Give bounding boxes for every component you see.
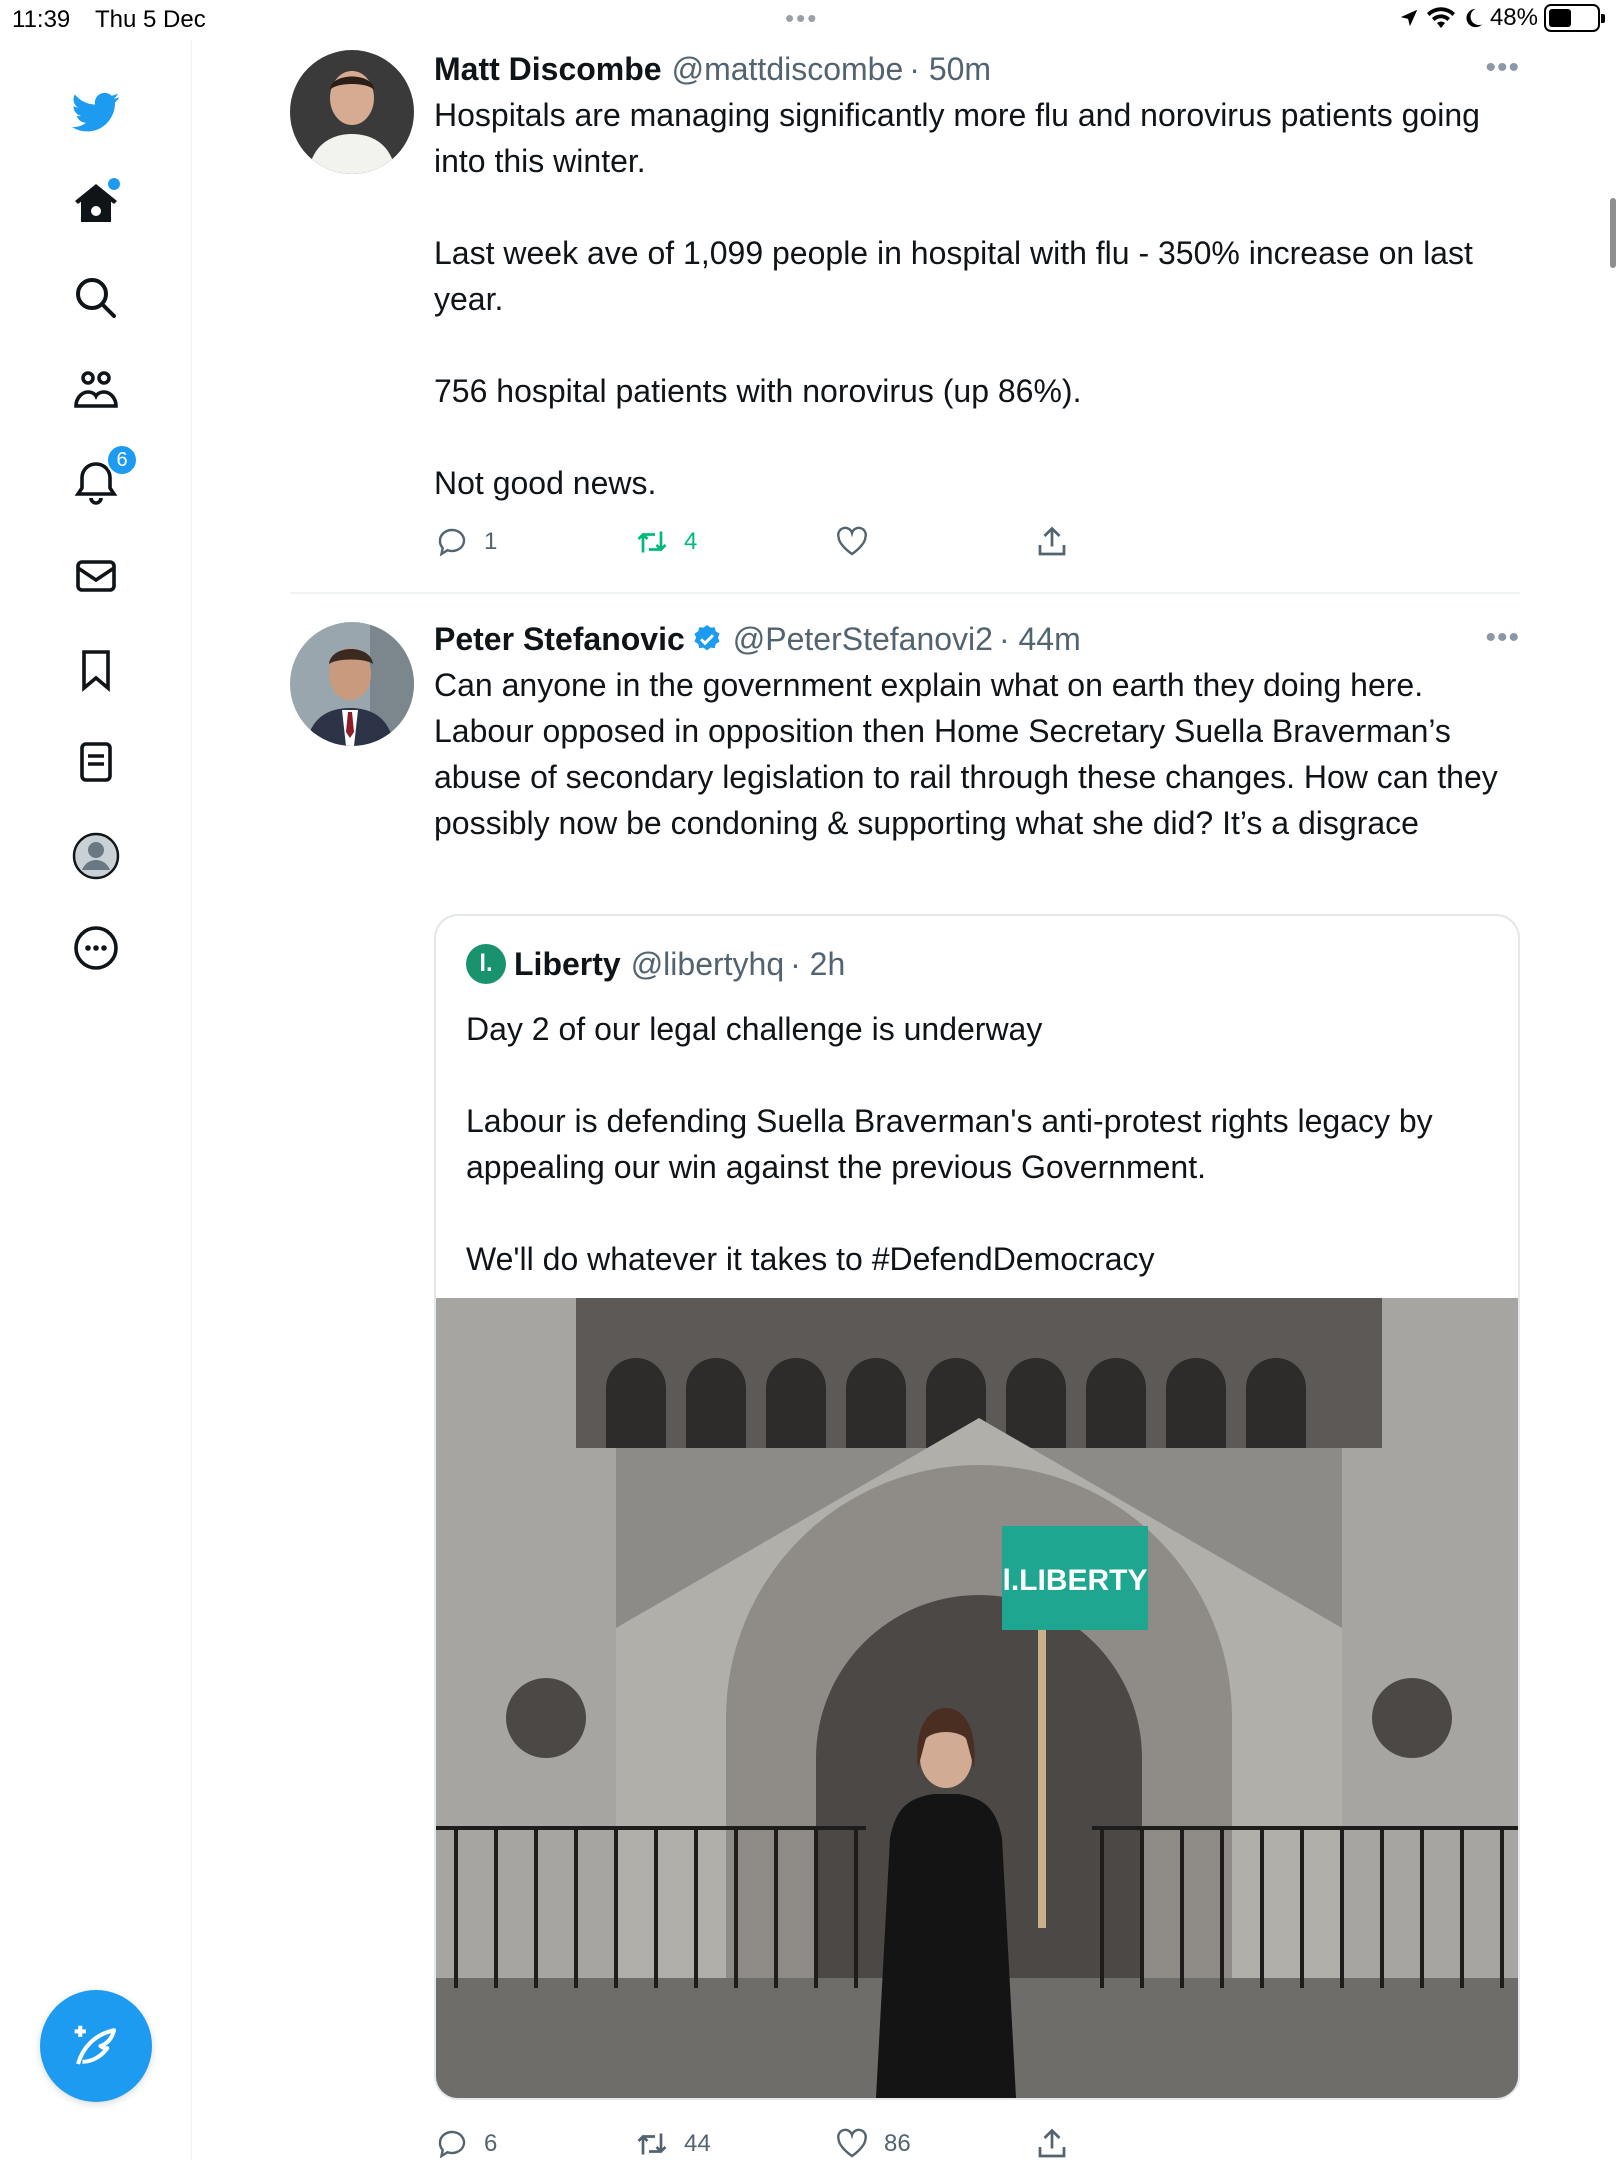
reply-icon bbox=[438, 528, 466, 557]
battery-percent: 48% bbox=[1489, 4, 1538, 31]
tweet-text: Can anyone in the government explain wha… bbox=[434, 667, 1507, 841]
nav-bookmarks[interactable] bbox=[50, 624, 142, 716]
like-button[interactable]: 86 bbox=[834, 2126, 911, 2160]
messages-icon bbox=[76, 560, 116, 592]
reply-icon bbox=[438, 2130, 466, 2159]
like-count: 86 bbox=[884, 2130, 911, 2157]
nav-notifications[interactable]: 6 bbox=[50, 438, 142, 530]
communities-icon bbox=[74, 371, 118, 408]
avatar[interactable] bbox=[290, 622, 414, 746]
nav-communities[interactable] bbox=[50, 344, 142, 436]
tweet[interactable]: Matt Discombe @mattdiscombe · 50m ••• Ho… bbox=[290, 48, 1520, 588]
share-button[interactable] bbox=[1034, 2126, 1070, 2160]
tweet-divider bbox=[290, 592, 1520, 594]
share-icon bbox=[1038, 2128, 1066, 2158]
nav-messages[interactable] bbox=[50, 530, 142, 622]
battery-fill bbox=[1549, 9, 1572, 27]
twitter-logo[interactable] bbox=[50, 66, 142, 158]
quote-author-handle[interactable]: @libertyhq bbox=[631, 946, 784, 983]
author-handle[interactable]: @mattdiscombe bbox=[672, 48, 904, 90]
quote-time: · 2h bbox=[790, 945, 846, 982]
nav-home[interactable] bbox=[50, 158, 142, 250]
tweet-header: Matt Discombe @mattdiscombe · 50m bbox=[434, 48, 1520, 90]
author-name[interactable]: Peter Stefanovic bbox=[434, 618, 685, 660]
liberty-sign-text: l.LIBERTY bbox=[1002, 1564, 1147, 1597]
compose-icon bbox=[74, 2025, 117, 2065]
home-new-dot bbox=[108, 178, 120, 190]
battery-icon bbox=[1544, 4, 1605, 32]
retweet-icon bbox=[637, 531, 667, 553]
retweet-count: 4 bbox=[684, 528, 698, 555]
tweet[interactable]: Peter Stefanovic @PeterStefanovi2 · 44m … bbox=[290, 618, 1520, 2160]
profile-icon bbox=[72, 832, 120, 880]
quote-photo[interactable]: l.LIBERTY bbox=[436, 1298, 1520, 2100]
status-right: 48% bbox=[1398, 4, 1605, 32]
status-bar: 11:39 Thu 5 Dec ••• 48% bbox=[0, 0, 1620, 40]
retweet-count: 44 bbox=[684, 2130, 711, 2157]
more-options-icon[interactable]: ••• bbox=[1485, 53, 1520, 83]
like-button[interactable] bbox=[834, 524, 884, 560]
nav-lists[interactable] bbox=[50, 716, 142, 808]
retweet-button[interactable]: 44 bbox=[634, 2126, 711, 2160]
author-handle[interactable]: @PeterStefanovi2 bbox=[733, 618, 993, 660]
quote-author-name[interactable]: Liberty bbox=[514, 946, 621, 983]
retweet-button[interactable]: 4 bbox=[634, 524, 697, 560]
tweet-actions: 1 4 bbox=[434, 524, 1134, 564]
avatar[interactable] bbox=[290, 50, 414, 174]
verified-badge-icon bbox=[694, 625, 720, 651]
quote-avatar[interactable]: l. bbox=[466, 944, 506, 984]
reply-button[interactable]: 1 bbox=[434, 524, 497, 560]
status-date: Thu 5 Dec bbox=[95, 6, 206, 33]
tweet-header: Peter Stefanovic @PeterStefanovi2 · 44m bbox=[434, 618, 1520, 660]
tweet-time[interactable]: · 44m bbox=[999, 618, 1081, 660]
bookmarks-icon bbox=[82, 650, 110, 692]
more-icon bbox=[74, 926, 118, 970]
retweet-icon bbox=[637, 2133, 667, 2155]
author-name[interactable]: Matt Discombe bbox=[434, 48, 662, 90]
status-time: 11:39 bbox=[12, 6, 71, 33]
reply-button[interactable]: 6 bbox=[434, 2126, 497, 2160]
tweet-time[interactable]: · 50m bbox=[909, 48, 991, 90]
more-options-icon[interactable]: ••• bbox=[1485, 623, 1520, 653]
multitasking-dots[interactable]: ••• bbox=[785, 5, 818, 31]
wifi-icon bbox=[1426, 7, 1455, 29]
avatar-photo-peter bbox=[290, 622, 414, 746]
search-icon bbox=[76, 278, 116, 318]
scrollbar[interactable] bbox=[1610, 198, 1616, 268]
nav-profile[interactable] bbox=[50, 810, 142, 902]
tweet-body: Matt Discombe @mattdiscombe · 50m ••• Ho… bbox=[434, 48, 1520, 506]
moon-icon bbox=[1466, 8, 1483, 28]
compose-tweet-button[interactable] bbox=[40, 1990, 152, 2102]
heart-icon bbox=[837, 526, 867, 556]
lists-icon bbox=[80, 742, 112, 782]
tweet-body: Peter Stefanovic @PeterStefanovi2 · 44m … bbox=[434, 618, 1520, 846]
twitter-bird-icon bbox=[72, 92, 120, 132]
location-arrow-icon bbox=[1400, 9, 1418, 27]
avatar-photo-matt bbox=[290, 50, 414, 174]
tweet-actions: 6 44 86 bbox=[434, 2126, 1134, 2160]
reply-count: 1 bbox=[484, 528, 498, 555]
quote-header: l. Liberty @libertyhq · 2h bbox=[466, 944, 845, 984]
share-icon bbox=[1038, 526, 1066, 556]
nav-search[interactable] bbox=[50, 252, 142, 344]
quoted-tweet[interactable]: l. Liberty @libertyhq · 2h Day 2 of our … bbox=[434, 914, 1520, 2100]
notifications-badge: 6 bbox=[106, 444, 138, 476]
sidebar: 6 bbox=[0, 40, 192, 2160]
tweet-text: Hospitals are managing significantly mor… bbox=[434, 97, 1480, 501]
reply-count: 6 bbox=[484, 2130, 498, 2157]
share-button[interactable] bbox=[1034, 524, 1070, 560]
heart-icon bbox=[837, 2128, 867, 2158]
nav-more[interactable] bbox=[50, 902, 142, 994]
quote-text: Day 2 of our legal challenge is underway… bbox=[466, 1011, 1433, 1277]
